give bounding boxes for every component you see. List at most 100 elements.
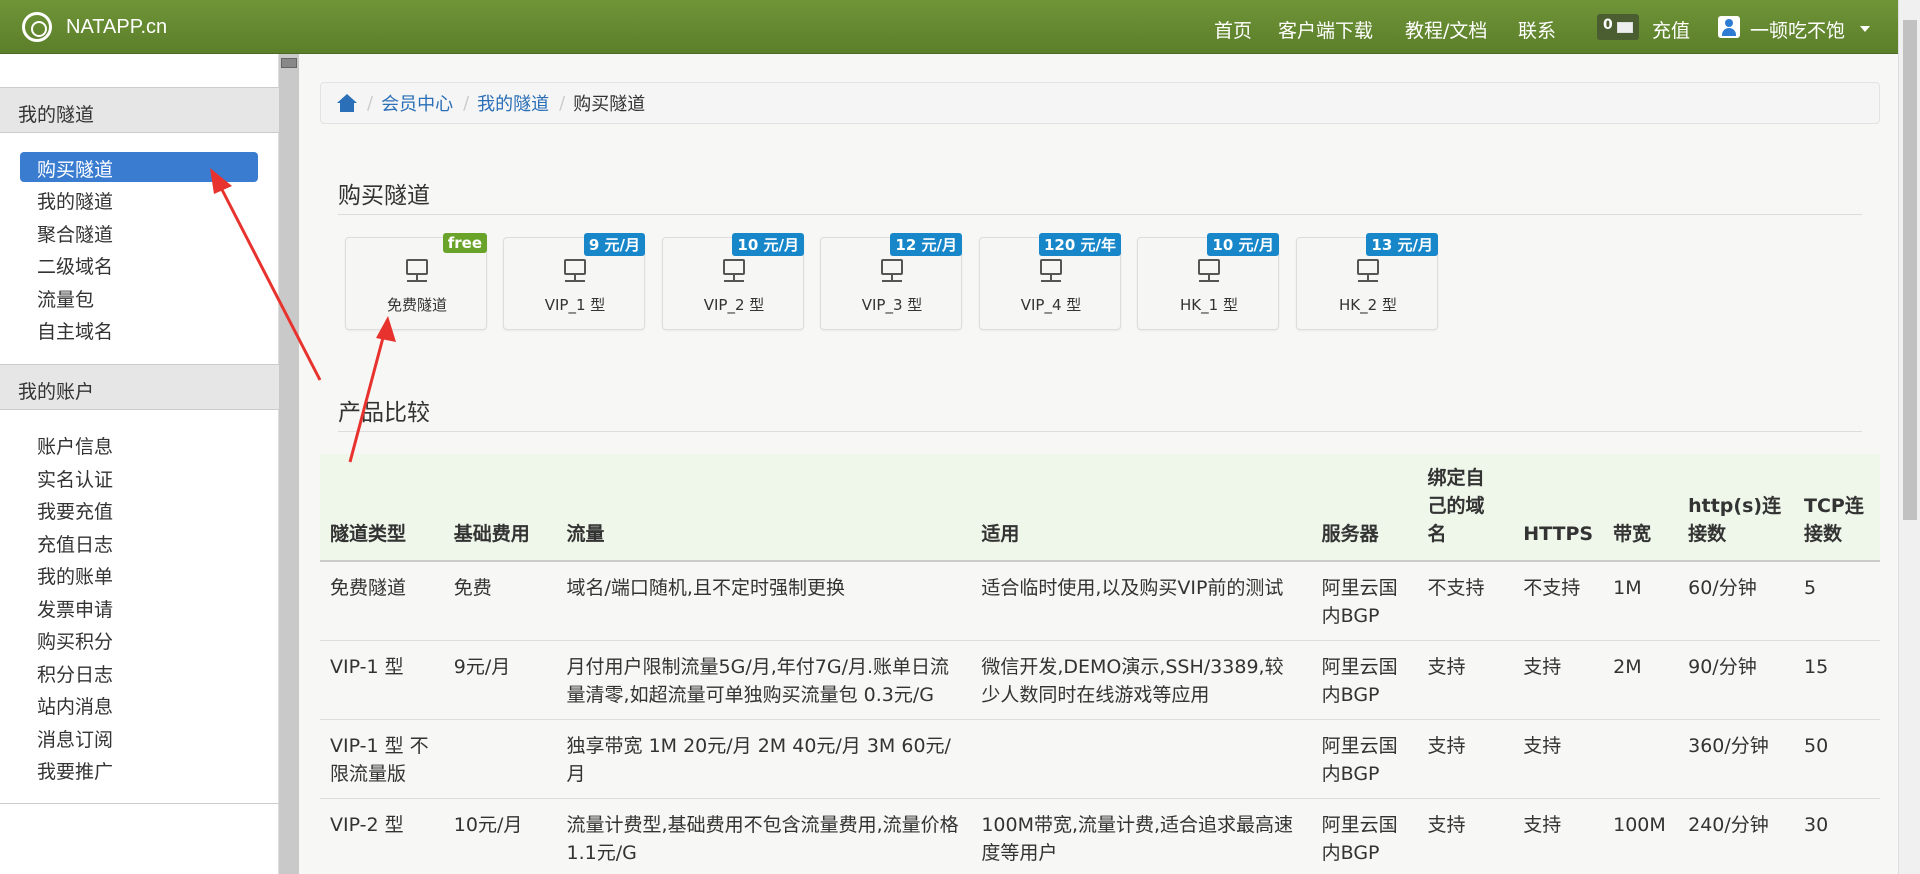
breadcrumb-separator: / (367, 92, 374, 114)
brand-logo[interactable]: NATAPP.cn (22, 12, 167, 42)
cell-type: 免费隧道 (320, 560, 444, 641)
price-badge: 9 元/月 (583, 233, 645, 256)
sidebar-item-recharge-log[interactable]: 充值日志 (20, 527, 258, 557)
nav-recharge[interactable]: 充值 (1652, 16, 1690, 43)
table-row: VIP-1 型 9元/月 月付用户限制流量5G/月,年付7G/月.账单日流量清零… (320, 640, 1880, 720)
cell-traffic: 流量计费型,基础费用不包含流量费用,流量价格1.1元/G (556, 798, 972, 874)
breadcrumb: / 会员中心 / 我的隧道 / 购买隧道 (320, 82, 1880, 124)
natapp-logo-icon (22, 12, 52, 42)
cell-usage (971, 719, 1312, 799)
price-badge: 13 元/月 (1366, 233, 1438, 256)
sidebar-item-account-info[interactable]: 账户信息 (20, 429, 258, 459)
sidebar-item-messages[interactable]: 站内消息 (20, 689, 258, 719)
sidebar-item-my-tunnels[interactable]: 我的隧道 (20, 184, 258, 214)
sidebar-item-aggregate-tunnels[interactable]: 聚合隧道 (20, 217, 258, 247)
cell-fee (443, 719, 557, 799)
col-header: http(s)连接数 (1678, 454, 1795, 562)
cell-domain: 不支持 (1417, 560, 1514, 641)
sidebar-item-referral[interactable]: 我要推广 (20, 754, 258, 784)
messages-button[interactable]: 0 (1597, 14, 1639, 40)
breadcrumb-my-tunnels[interactable]: 我的隧道 (477, 90, 549, 116)
col-header: 带宽 (1603, 454, 1679, 562)
product-name: 免费隧道 (386, 296, 447, 314)
comparison-table: 隧道类型 基础费用 流量 适用 服务器 绑定自己的域名 HTTPS 带宽 htt… (320, 454, 1880, 874)
cell-bandwidth: 1M (1603, 560, 1679, 641)
cell-bandwidth: 2M (1603, 640, 1679, 720)
col-header: 基础费用 (443, 454, 557, 562)
sidebar-item-recharge[interactable]: 我要充值 (20, 494, 258, 524)
message-count: 0 (1603, 17, 1613, 33)
sidebar-item-buy-tunnel[interactable]: 购买隧道 (20, 152, 258, 182)
sidebar-section-tunnels[interactable]: 我的隧道 (0, 87, 279, 133)
sidebar-section-account[interactable]: 我的账户 (0, 364, 279, 410)
top-navbar: NATAPP.cn 首页 客户端下载 教程/文档 联系 0 充值 一顿吃不饱 (0, 0, 1920, 54)
nav-contact[interactable]: 联系 (1518, 16, 1556, 43)
nav-docs[interactable]: 教程/文档 (1405, 16, 1487, 43)
table-row: 免费隧道 免费 域名/端口随机,且不定时强制更换 适合临时使用,以及购买VIP前… (320, 560, 1880, 641)
cell-bandwidth: 100M (1603, 798, 1679, 874)
product-card-vip3[interactable]: 12 元/月 VIP_3 型 (820, 233, 962, 330)
product-card-vip2[interactable]: 10 元/月 VIP_2 型 (662, 233, 804, 330)
tunnel-icon (1198, 259, 1220, 282)
home-icon[interactable] (337, 94, 357, 112)
compare-title: 产品比较 (338, 400, 430, 426)
sidebar-item-subscriptions[interactable]: 消息订阅 (20, 722, 258, 752)
sidebar-item-buy-points[interactable]: 购买积分 (20, 624, 258, 654)
product-card-vip1[interactable]: 9 元/月 VIP_1 型 (503, 233, 645, 330)
cell-server: 阿里云国内BGP (1311, 560, 1418, 641)
sidebar-item-subdomain[interactable]: 二级域名 (20, 249, 258, 279)
sidebar-scrollbar[interactable] (279, 54, 299, 874)
product-card-free[interactable]: free 免费隧道 (345, 233, 487, 330)
section-divider (338, 214, 1862, 215)
nav-client-download[interactable]: 客户端下载 (1278, 16, 1373, 43)
nav-home[interactable]: 首页 (1214, 16, 1252, 43)
cell-type: VIP-2 型 (320, 798, 444, 874)
user-menu[interactable]: 一顿吃不饱 (1750, 16, 1845, 43)
product-name: VIP_3 型 (861, 296, 923, 314)
tunnel-icon (1040, 259, 1062, 282)
cell-https: 支持 (1513, 640, 1604, 720)
breadcrumb-member-center[interactable]: 会员中心 (381, 90, 453, 116)
product-card-hk2[interactable]: 13 元/月 HK_2 型 (1296, 233, 1438, 330)
sidebar-item-verification[interactable]: 实名认证 (20, 462, 258, 492)
product-name: VIP_2 型 (703, 296, 765, 314)
chevron-down-icon[interactable] (1860, 26, 1870, 32)
cell-tcp-conn: 50 (1794, 719, 1880, 799)
price-badge: 10 元/月 (1207, 233, 1279, 256)
cell-usage: 100M带宽,流量计费,适合追求最高速度等用户 (971, 798, 1312, 874)
col-header: 适用 (971, 454, 1312, 562)
sidebar-item-custom-domain[interactable]: 自主域名 (20, 314, 258, 344)
brand-name: NATAPP.cn (66, 15, 168, 38)
col-header: 绑定自己的域名 (1417, 454, 1514, 562)
cell-traffic: 独享带宽 1M 20元/月 2M 40元/月 3M 60元/月 (556, 719, 972, 799)
price-badge: free (442, 233, 487, 253)
cell-server: 阿里云国内BGP (1311, 798, 1418, 874)
envelope-icon (1617, 22, 1633, 33)
tunnel-icon (723, 259, 745, 282)
user-icon[interactable] (1718, 16, 1740, 38)
scrollbar-thumb[interactable] (1903, 20, 1917, 520)
cell-tcp-conn: 15 (1794, 640, 1880, 720)
table-header-row: 隧道类型 基础费用 流量 适用 服务器 绑定自己的域名 HTTPS 带宽 htt… (320, 454, 1880, 562)
product-card-hk1[interactable]: 10 元/月 HK_1 型 (1137, 233, 1279, 330)
cell-bandwidth (1603, 719, 1679, 799)
sidebar-item-points-log[interactable]: 积分日志 (20, 657, 258, 687)
collapse-icon[interactable] (281, 58, 297, 68)
cell-domain: 支持 (1417, 719, 1514, 799)
cell-type: VIP-1 型 (320, 640, 444, 720)
sidebar-divider (0, 803, 279, 804)
cell-traffic: 月付用户限制流量5G/月,年付7G/月.账单日流量清零,如超流量可单独购买流量包… (556, 640, 972, 720)
cell-http-conn: 360/分钟 (1678, 719, 1795, 799)
sidebar-item-invoice[interactable]: 发票申请 (20, 592, 258, 622)
cell-tcp-conn: 30 (1794, 798, 1880, 874)
cell-domain: 支持 (1417, 640, 1514, 720)
col-header: HTTPS (1513, 454, 1604, 562)
col-header: 隧道类型 (320, 454, 444, 562)
page-scrollbar[interactable] (1898, 0, 1920, 874)
cell-fee: 9元/月 (443, 640, 557, 720)
cell-https: 支持 (1513, 719, 1604, 799)
sidebar-item-bills[interactable]: 我的账单 (20, 559, 258, 589)
product-card-vip4[interactable]: 120 元/年 VIP_4 型 (979, 233, 1121, 330)
breadcrumb-current: 购买隧道 (573, 94, 646, 115)
sidebar-item-traffic-pack[interactable]: 流量包 (20, 282, 258, 312)
